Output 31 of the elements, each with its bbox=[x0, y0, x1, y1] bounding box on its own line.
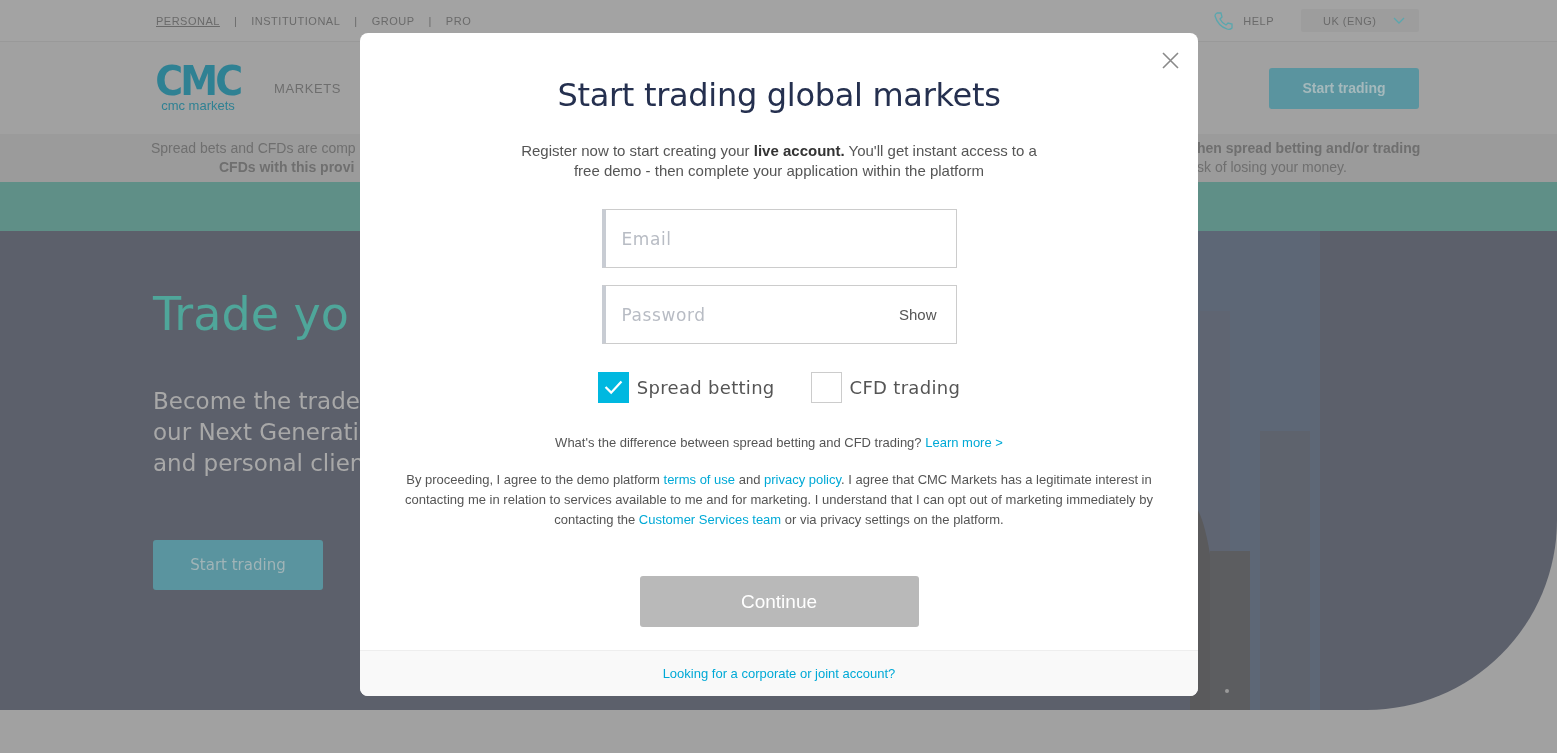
chevron-icon bbox=[1393, 17, 1405, 24]
help-link[interactable]: HELP bbox=[1243, 14, 1274, 27]
corporate-account-link[interactable]: Looking for a corporate or joint account? bbox=[662, 666, 896, 681]
hero-subtitle: our Next Generati bbox=[153, 418, 359, 447]
email-field[interactable]: Email bbox=[601, 209, 957, 268]
phone-icon bbox=[1213, 10, 1234, 31]
modal-title: Start trading global markets bbox=[557, 75, 1001, 116]
checkbox[interactable] bbox=[810, 371, 842, 403]
learn-more-link[interactable]: Learn more > bbox=[925, 435, 1003, 450]
nav-separator: | bbox=[428, 14, 432, 27]
legal-link[interactable]: Customer Services team bbox=[638, 512, 782, 527]
hero-title: Trade yo bbox=[153, 286, 349, 342]
segment-link[interactable]: PRO bbox=[445, 14, 472, 27]
close-icon[interactable] bbox=[1162, 52, 1179, 69]
difference-text: What's the difference between spread betting and CFD trading? Learn more > bbox=[555, 434, 1003, 452]
logo[interactable]: CMC cmc markets bbox=[157, 64, 239, 112]
checkbox[interactable] bbox=[597, 371, 629, 403]
segment-link[interactable]: PERSONAL bbox=[156, 14, 220, 27]
nav-separator: | bbox=[354, 14, 358, 27]
legal-link[interactable]: terms of use bbox=[663, 472, 736, 487]
legal-text: By proceeding, I agree to the demo platform terms of use and privacy policy. I agree that CMC Markets has a legitimate interest in contacting me in relation to services available to me and for marketing. I understand that I can opt out of marketing immediately by contacting the Customer Services team or via privacy settings on the platform. bbox=[404, 471, 1154, 529]
nav-separator: | bbox=[233, 14, 238, 27]
checkbox-label[interactable]: CFD trading bbox=[849, 376, 961, 398]
segment-link[interactable]: INSTITUTIONAL bbox=[251, 14, 341, 27]
hero-subtitle: Become the trade bbox=[153, 387, 360, 416]
show-password-toggle[interactable]: Show bbox=[898, 306, 937, 323]
start-trading-button[interactable]: Start trading bbox=[1269, 67, 1419, 109]
checkbox-label[interactable]: Spread betting bbox=[636, 376, 775, 398]
start-trading-button[interactable]: Start trading bbox=[153, 540, 323, 590]
segment-link[interactable]: GROUP bbox=[371, 14, 415, 27]
intro-text: Register now to start creating your live account. You'll get instant access to a free demo - then complete your application within the platform bbox=[520, 141, 1038, 181]
